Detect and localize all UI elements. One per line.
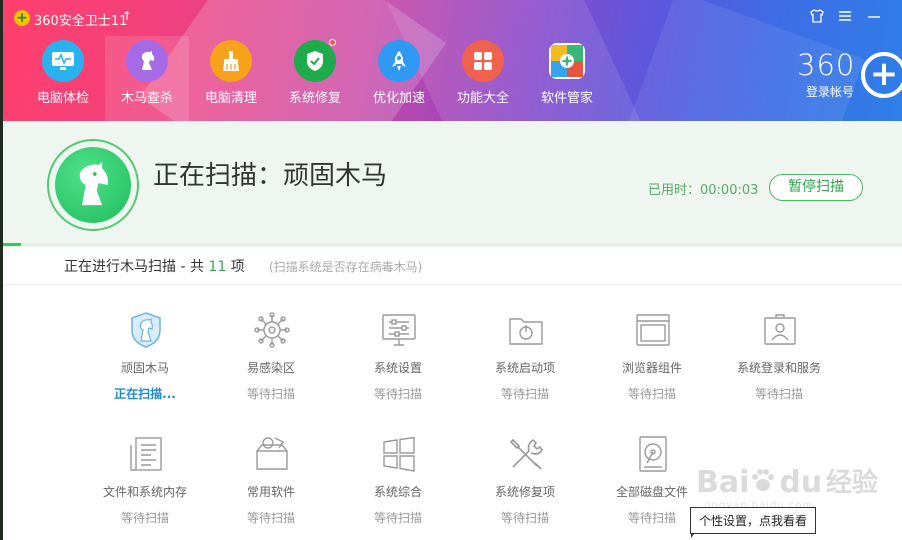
scan-progress-fill: [3, 243, 21, 246]
brand-360-logo: 360: [797, 48, 856, 82]
scan-title: 正在扫描：顽固木马: [153, 161, 388, 191]
monitor-icon: [42, 40, 84, 82]
windows-icon: [380, 435, 418, 473]
nav-item-software-manager[interactable]: 软件管家: [525, 36, 609, 121]
menu-icon[interactable]: [834, 8, 856, 30]
login-link[interactable]: 登录帐号: [806, 83, 854, 100]
scan-item-status: 等待扫描: [754, 387, 803, 401]
nav-item-speedup[interactable]: 优化加速: [357, 36, 441, 121]
main-nav: 电脑体检 木马查杀 电脑清理 系统修复 优化加速 功能大全 软件管家: [21, 36, 641, 121]
nav-label: 软件管家: [540, 91, 593, 106]
browser-window-icon: [634, 311, 672, 349]
nav-item-features[interactable]: 功能大全: [441, 36, 525, 121]
broom-icon: [210, 40, 252, 82]
scan-progress-bar: [3, 243, 902, 246]
horse-icon: [126, 40, 168, 82]
scan-item-startup[interactable]: 系统启动项 等待扫描: [465, 311, 585, 411]
horse-icon: [55, 147, 131, 223]
scan-item-system-repair[interactable]: 系统修复项 等待扫描: [465, 435, 585, 535]
update-arrow-icon[interactable]: ↑: [122, 9, 132, 23]
nav-item-system-repair[interactable]: 系统修复: [273, 36, 357, 121]
nav-label: 功能大全: [456, 91, 509, 106]
watermark-text: Bai du: [696, 466, 822, 500]
paw-icon: [749, 466, 779, 492]
status-prefix: 正在进行木马扫描 - 共: [64, 259, 204, 275]
hard-disk-icon: [634, 435, 672, 473]
shirt-icon[interactable]: [806, 8, 828, 30]
titlebar: + 360安全卫士11 ↑: [3, 0, 902, 36]
notification-dot: [329, 39, 336, 46]
scan-item-common-software[interactable]: 常用软件 等待扫描: [211, 435, 331, 535]
nav-label: 系统修复: [288, 91, 341, 106]
nav-label: 电脑清理: [204, 91, 257, 106]
elapsed-time: 已用时：00:00:03: [648, 183, 759, 198]
scan-item-browser-components[interactable]: 浏览器组件 等待扫描: [592, 311, 712, 411]
baidu-jingyan-watermark: Bai du 经验 jingyan.baidu.com: [696, 462, 896, 512]
apps-icon: [549, 43, 585, 79]
header: + 360安全卫士11 ↑ 电脑体检 木马查杀 电脑清理 系统修复 优化加速 功…: [3, 0, 902, 121]
document-icon: [127, 435, 165, 473]
scan-item-infection-zone[interactable]: 易感染区 等待扫描: [211, 311, 331, 411]
shield-icon: [294, 40, 336, 82]
scan-item-system-general[interactable]: 系统综合 等待扫描: [338, 435, 458, 535]
scan-panel: 正在扫描：顽固木马 已用时：00:00:03 暂停扫描: [3, 121, 902, 247]
nav-item-trojan-scan[interactable]: 木马查杀: [105, 36, 189, 121]
scan-item-stubborn-trojan[interactable]: 顽固木马 正在扫描...: [85, 311, 205, 411]
software-box-icon: [253, 435, 291, 473]
divider: [3, 284, 902, 285]
nav-label: 优化加速: [372, 91, 425, 106]
app-title: 360安全卫士11: [34, 14, 128, 29]
nav-item-cleanup[interactable]: 电脑清理: [189, 36, 273, 121]
scan-item-label: 系统登录和服务: [736, 361, 821, 375]
user-card-icon: [761, 311, 799, 349]
watermark-bai: Bai: [696, 465, 750, 500]
scan-status-line: 正在进行木马扫描 - 共 11 项: [64, 256, 245, 276]
watermark-du: du: [779, 465, 823, 500]
status-hint: (扫描系统是否存在病毒木马): [269, 260, 423, 274]
scan-item-login-services[interactable]: 系统登录和服务 等待扫描: [719, 311, 839, 411]
shield-horse-icon: [127, 311, 165, 349]
login-plus-icon[interactable]: +: [861, 52, 902, 98]
minimize-icon[interactable]: [863, 8, 885, 30]
nav-label: 木马查杀: [120, 91, 173, 106]
pause-scan-button[interactable]: 暂停扫描: [769, 174, 863, 201]
scan-item-system-settings[interactable]: 系统设置 等待扫描: [338, 311, 458, 411]
app-logo-icon: +: [14, 10, 30, 26]
grid-icon: [462, 40, 504, 82]
app-window: + 360安全卫士11 ↑ 电脑体检 木马查杀 电脑清理 系统修复 优化加速 功…: [3, 0, 902, 540]
tools-icon: [507, 435, 545, 473]
settings-monitor-icon: [380, 311, 418, 349]
startup-folder-icon: [507, 311, 545, 349]
virus-icon: [253, 311, 291, 349]
scan-item-files-memory[interactable]: 文件和系统内存 等待扫描: [85, 435, 205, 535]
rocket-icon: [378, 40, 420, 82]
status-count: 11: [208, 259, 227, 275]
personalize-tooltip: 个性设置，点我看看: [690, 507, 817, 534]
watermark-jingyan: 经验: [826, 468, 879, 498]
status-suffix: 项: [230, 259, 245, 275]
nav-label: 电脑体检: [36, 91, 89, 106]
nav-item-checkup[interactable]: 电脑体检: [21, 36, 105, 121]
